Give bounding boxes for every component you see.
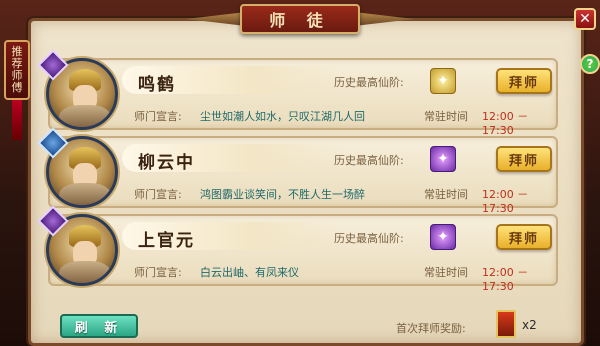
motto-label: 师门宣言: — [134, 188, 182, 201]
refresh-button[interactable]: 刷 新 — [60, 314, 138, 338]
motto-text: 鸿图霸业谈笑间，不胜人生一场醉 — [200, 188, 365, 201]
master-card: 鸣鹤 历史最高仙阶: ✦ 拜师 师门宣言: 尘世如潮人如水，只叹江湖几人回 常驻… — [37, 49, 558, 137]
close-button[interactable]: ✕ — [574, 8, 596, 30]
armor-shape — [59, 261, 111, 283]
highest-level-label: 历史最高仙阶: — [334, 154, 404, 167]
armor-shape — [59, 105, 111, 127]
master-name: 柳云中 — [138, 153, 195, 173]
master-card: 柳云中 历史最高仙阶: ✦ 拜师 师门宣言: 鸿图霸业谈笑间，不胜人生一场醉 常… — [37, 127, 558, 215]
help-button[interactable]: ? — [580, 54, 600, 74]
reward-count: x2 — [522, 318, 537, 332]
time-value: 12:00 － 17:30 — [482, 188, 529, 215]
time-label: 常驻时间 — [424, 266, 468, 279]
first-apprentice-reward-label: 首次拜师奖励: — [396, 322, 466, 335]
side-pillar-decoration — [12, 100, 22, 140]
apprentice-button[interactable]: 拜师 — [496, 146, 552, 172]
gold-star-icon: ✦ — [430, 68, 456, 94]
master-card: 上官元 历史最高仙阶: ✦ 拜师 师门宣言: 白云出岫、有凤来仪 常驻时间 12… — [37, 205, 558, 293]
apprentice-button[interactable]: 拜师 — [496, 68, 552, 94]
motto-text: 白云出岫、有凤来仪 — [200, 266, 299, 279]
master-name: 鸣鹤 — [138, 75, 176, 95]
apprentice-button[interactable]: 拜师 — [496, 224, 552, 250]
armor-shape — [59, 183, 111, 205]
time-value: 12:00 － 17:30 — [482, 110, 529, 137]
time-value: 12:00 － 17:30 — [482, 266, 529, 293]
purple-star-icon: ✦ — [430, 224, 456, 250]
time-label: 常驻时间 — [424, 110, 468, 123]
tab-recommended-master[interactable]: 推荐师傅 — [4, 40, 30, 100]
highest-level-label: 历史最高仙阶: — [334, 232, 404, 245]
master-name: 上官元 — [138, 231, 195, 251]
motto-label: 师门宣言: — [134, 110, 182, 123]
reward-item-icon[interactable] — [496, 310, 516, 338]
purple-star-icon: ✦ — [430, 146, 456, 172]
motto-label: 师门宣言: — [134, 266, 182, 279]
window-title: 师 徒 — [240, 4, 360, 34]
motto-text: 尘世如潮人如水，只叹江湖几人回 — [200, 110, 365, 123]
time-label: 常驻时间 — [424, 188, 468, 201]
highest-level-label: 历史最高仙阶: — [334, 76, 404, 89]
